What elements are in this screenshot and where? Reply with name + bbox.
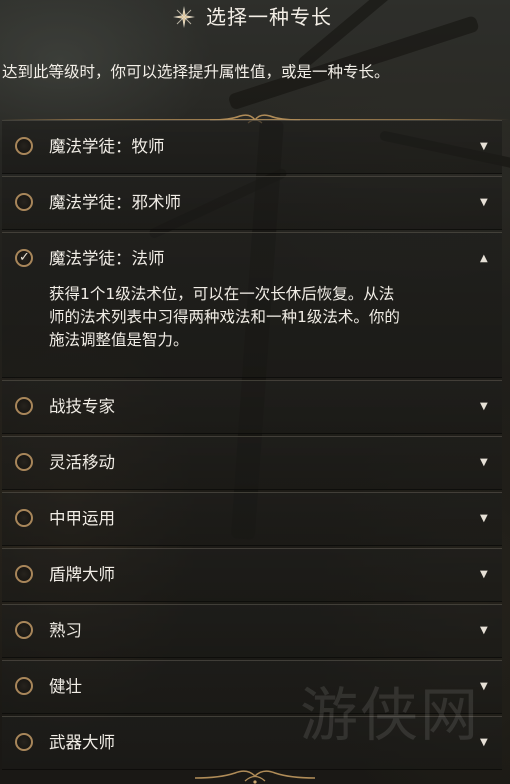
feat-item-wizard[interactable]: ✓ 魔法学徒：法师 ▲ 获得1个1级法术位，可以在一次长休后恢复。从法 师的法术… xyxy=(2,232,502,378)
feat-label: 战技专家 xyxy=(49,397,115,416)
radio-unselected[interactable] xyxy=(15,397,33,415)
feat-label: 盾牌大师 xyxy=(49,565,115,584)
chevron-down-icon[interactable]: ▼ xyxy=(480,137,488,157)
feat-label: 健壮 xyxy=(49,677,82,696)
feat-header[interactable]: ✓ 魔法学徒：法师 ▲ xyxy=(2,233,502,286)
description-line: 施法调整值是智力。 xyxy=(49,331,189,349)
feat-item-warlock[interactable]: 魔法学徒：邪术师 ▼ xyxy=(2,176,502,230)
page-title: 选择一种专长 xyxy=(206,5,332,29)
feat-item-martial-adept[interactable]: 战技专家 ▼ xyxy=(2,380,502,434)
description-line: 师的法术列表中习得两种戏法和一种1级法术。你的 xyxy=(49,308,400,326)
feat-item-mobile[interactable]: 灵活移动 ▼ xyxy=(2,436,502,490)
feat-label: 熟习 xyxy=(49,621,82,640)
sparkle-star-icon xyxy=(173,6,195,28)
feat-header[interactable]: 灵活移动 ▼ xyxy=(2,437,502,490)
chevron-down-icon[interactable]: ▼ xyxy=(480,193,488,213)
feat-item-cleric[interactable]: 魔法学徒：牧师 ▼ xyxy=(2,120,502,174)
footer-ornament-icon xyxy=(195,770,315,784)
chevron-down-icon[interactable]: ▼ xyxy=(480,509,488,529)
description-line: 获得1个1级法术位，可以在一次长休后恢复。从法 xyxy=(49,285,395,303)
feat-label: 中甲运用 xyxy=(49,509,115,528)
chevron-down-icon[interactable]: ▼ xyxy=(480,733,488,753)
feat-description: 获得1个1级法术位，可以在一次长休后恢复。从法 师的法术列表中习得两种戏法和一种… xyxy=(49,283,469,352)
radio-unselected[interactable] xyxy=(15,453,33,471)
radio-unselected[interactable] xyxy=(15,565,33,583)
feat-item-shield-master[interactable]: 盾牌大师 ▼ xyxy=(2,548,502,602)
feat-header[interactable]: 魔法学徒：牧师 ▼ xyxy=(2,121,502,174)
chevron-up-icon[interactable]: ▲ xyxy=(480,249,488,269)
feat-header[interactable]: 中甲运用 ▼ xyxy=(2,493,502,546)
check-icon: ✓ xyxy=(19,250,30,265)
feat-label: 魔法学徒：牧师 xyxy=(49,137,165,156)
chevron-down-icon[interactable]: ▼ xyxy=(480,677,488,697)
intro-text: 达到此等级时，你可以选择提升属性值，或是一种专长。 xyxy=(2,63,390,81)
radio-unselected[interactable] xyxy=(15,733,33,751)
feat-label: 武器大师 xyxy=(49,733,115,752)
feat-label: 魔法学徒：邪术师 xyxy=(49,193,181,212)
feat-header[interactable]: 战技专家 ▼ xyxy=(2,381,502,434)
radio-unselected[interactable] xyxy=(15,193,33,211)
feat-label: 魔法学徒：法师 xyxy=(49,249,165,268)
feat-item-weapon-master[interactable]: 武器大师 ▼ xyxy=(2,716,502,770)
feat-header[interactable]: 健壮 ▼ xyxy=(2,661,502,714)
chevron-down-icon[interactable]: ▼ xyxy=(480,565,488,585)
radio-unselected[interactable] xyxy=(15,621,33,639)
feat-header[interactable]: 盾牌大师 ▼ xyxy=(2,549,502,602)
radio-unselected[interactable] xyxy=(15,677,33,695)
radio-unselected[interactable] xyxy=(15,137,33,155)
header: 选择一种专长 xyxy=(0,0,510,36)
radio-unselected[interactable] xyxy=(15,509,33,527)
feat-item-medium-armour[interactable]: 中甲运用 ▼ xyxy=(2,492,502,546)
chevron-down-icon[interactable]: ▼ xyxy=(480,621,488,641)
feat-header[interactable]: 魔法学徒：邪术师 ▼ xyxy=(2,177,502,230)
feat-label: 灵活移动 xyxy=(49,453,115,472)
feat-header[interactable]: 武器大师 ▼ xyxy=(2,717,502,770)
radio-selected[interactable]: ✓ xyxy=(15,249,33,267)
chevron-down-icon[interactable]: ▼ xyxy=(480,453,488,473)
feat-item-skilled[interactable]: 熟习 ▼ xyxy=(2,604,502,658)
chevron-down-icon[interactable]: ▼ xyxy=(480,397,488,417)
feat-item-tough[interactable]: 健壮 ▼ xyxy=(2,660,502,714)
feat-header[interactable]: 熟习 ▼ xyxy=(2,605,502,658)
